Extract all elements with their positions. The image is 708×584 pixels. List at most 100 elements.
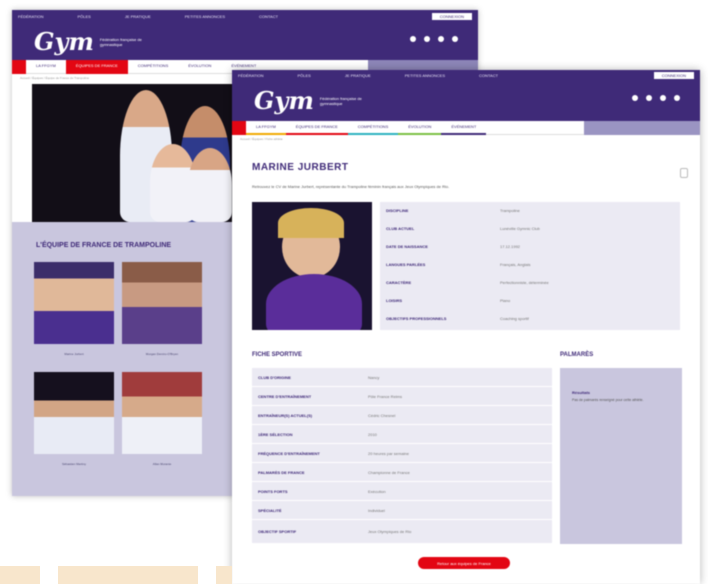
sport-key: Entraîneur(s) actuel(s) xyxy=(258,412,313,418)
front-window: Fédération Pôles Je pratique Petites ann… xyxy=(232,70,700,584)
nav-item[interactable]: Compétitions xyxy=(128,60,178,74)
social-links xyxy=(632,95,680,101)
connect-button[interactable]: Connexion xyxy=(653,72,694,79)
info-value: Lunéville Gymnic Club xyxy=(500,226,540,231)
connect-button[interactable]: Connexion xyxy=(431,12,472,20)
info-row: Caractère Perfectionniste, déterminée xyxy=(380,274,680,291)
youtube-icon[interactable] xyxy=(452,36,458,42)
sport-key: Objectif sportif xyxy=(258,529,297,534)
topbar-link[interactable]: Pôles xyxy=(297,73,310,78)
back-to-teams-button[interactable]: Retour aux équipes de France xyxy=(418,557,510,569)
info-row: Loisirs Piano xyxy=(380,292,680,309)
sport-key: Spécialité xyxy=(258,507,282,513)
info-row: Date de naissance 17.12.1992 xyxy=(380,238,680,255)
share-icon[interactable] xyxy=(680,168,688,178)
topbar-link[interactable]: Je pratique xyxy=(345,73,371,78)
sport-value: Pôle France Reims xyxy=(368,393,403,399)
team-title: L'équipe de France de Trampoline xyxy=(36,242,172,249)
athlete-card[interactable] xyxy=(122,372,202,454)
info-key: Caractère xyxy=(386,280,412,285)
sport-row: Centre d'entraînement Pôle France Reims xyxy=(252,387,552,406)
nav-item[interactable]: Évolution xyxy=(398,121,442,135)
nav-item[interactable]: La FFGym xyxy=(246,121,286,135)
site-logo[interactable]: Gym Fédération française de gymnastique xyxy=(254,86,380,115)
sport-section-title: Fiche sportive xyxy=(252,352,303,358)
info-value: 17.12.1992 xyxy=(500,244,521,249)
sport-value: Jeux Olympiques de Rio xyxy=(368,529,412,534)
nav-item[interactable]: Compétitions xyxy=(347,121,399,135)
athlete-card[interactable] xyxy=(34,262,114,344)
sport-key: Fréquence d'entraînement xyxy=(258,450,320,456)
info-key: Objectifs professionnels xyxy=(386,316,447,321)
sport-row: Club d'origine Nancy xyxy=(252,368,552,387)
athlete-card[interactable] xyxy=(122,262,202,344)
youtube-icon[interactable] xyxy=(674,95,680,101)
sport-key: Palmarès de France xyxy=(258,469,305,475)
twitter-icon[interactable] xyxy=(646,95,652,101)
info-key: Discipline xyxy=(386,208,409,213)
sport-row: Points forts Exécution xyxy=(252,482,552,501)
sport-value: Championne de France xyxy=(368,469,410,475)
logo-mark: Gym xyxy=(34,27,94,56)
home-icon[interactable] xyxy=(12,59,26,74)
athlete-card[interactable] xyxy=(34,372,114,454)
nav-item[interactable]: Événement xyxy=(441,121,487,135)
search-input[interactable] xyxy=(584,120,700,135)
breadcrumb: Accueil / Équipes / Fiche athlète xyxy=(240,137,283,141)
info-value: Perfectionniste, déterminée xyxy=(500,280,549,285)
nav-item[interactable]: Évolution xyxy=(178,60,221,74)
sport-value: Cédric Chesnel xyxy=(368,412,396,418)
athlete-name[interactable]: Allan Morante xyxy=(122,462,202,466)
team-hero-photo xyxy=(32,84,258,222)
site-logo[interactable]: Gym Fédération française de gymnastique xyxy=(34,27,160,56)
info-key: Date de naissance xyxy=(386,244,428,249)
topbar-link[interactable]: Petites annonces xyxy=(185,14,225,19)
sport-row: Fréquence d'entraînement 20 heures par se… xyxy=(252,444,552,463)
topbar-link[interactable]: Pôles xyxy=(77,14,90,19)
sport-row: Palmarès de France Championne de France xyxy=(252,463,552,482)
topbar-link[interactable]: Fédération xyxy=(238,73,263,78)
sport-key: Centre d'entraînement xyxy=(258,393,312,399)
palmares-panel: Résultats Pas de palmarès renseigné pour… xyxy=(560,368,682,544)
palmares-item-text: Pas de palmarès renseigné pour cette ath… xyxy=(572,398,644,402)
sport-key: Points forts xyxy=(258,488,288,494)
info-value: Français, Anglais xyxy=(500,262,531,267)
instagram-icon[interactable] xyxy=(660,95,666,101)
topbar-link[interactable]: Petites annonces xyxy=(405,73,445,78)
top-utility-bar: Fédération Pôles Je pratique Petites ann… xyxy=(232,70,700,81)
topbar-link[interactable]: Fédération xyxy=(18,14,43,19)
home-icon[interactable] xyxy=(232,120,246,135)
nav-item[interactable]: Équipes de France xyxy=(285,121,348,135)
info-row: Discipline Trampoline xyxy=(380,202,680,219)
info-key: Langues parlées xyxy=(386,262,426,267)
athlete-title: MARINE JURBERT xyxy=(252,162,349,173)
athlete-name[interactable]: Sébastien Martiny xyxy=(34,462,114,466)
nav-item-active[interactable]: Équipes de France xyxy=(65,59,128,74)
sport-key: Club d'origine xyxy=(258,374,291,380)
info-value: Trampoline xyxy=(500,208,520,213)
athlete-intro: Retrouvez le CV de Marine Jurbert, repré… xyxy=(252,184,450,189)
social-links xyxy=(410,36,458,42)
facebook-icon[interactable] xyxy=(410,36,416,42)
twitter-icon[interactable] xyxy=(424,36,430,42)
athlete-name[interactable]: Marine Jurbert xyxy=(34,352,114,356)
sport-row: Objectif sportif Jeux Olympiques de Rio xyxy=(252,520,552,544)
palmares-item-title: Résultats xyxy=(572,390,591,395)
main-nav: La FFGym Équipes de France Compétitions … xyxy=(232,120,700,135)
athlete-info-table: Discipline Trampoline Club actuel Lunévill… xyxy=(380,202,680,330)
palmares-section-title: Palmarès xyxy=(560,352,594,358)
info-row: Club actuel Lunéville Gymnic Club xyxy=(380,220,680,237)
info-value: Piano xyxy=(500,298,511,303)
topbar-link[interactable]: Contact xyxy=(479,73,498,78)
sport-value: 20 heures par semaine xyxy=(368,450,409,456)
info-value: Coaching sportif xyxy=(500,316,529,321)
decor-block xyxy=(216,566,232,584)
info-row: Langues parlées Français, Anglais xyxy=(380,256,680,273)
topbar-link[interactable]: Je pratique xyxy=(125,14,151,19)
nav-item[interactable]: La FFGym xyxy=(26,60,66,74)
sport-table: Club d'origine Nancy Centre d'entraînemen… xyxy=(252,368,552,544)
athlete-name[interactable]: Morgan Demiro-O'Bryen xyxy=(122,352,202,356)
topbar-link[interactable]: Contact xyxy=(259,14,278,19)
instagram-icon[interactable] xyxy=(438,36,444,42)
facebook-icon[interactable] xyxy=(632,95,638,101)
